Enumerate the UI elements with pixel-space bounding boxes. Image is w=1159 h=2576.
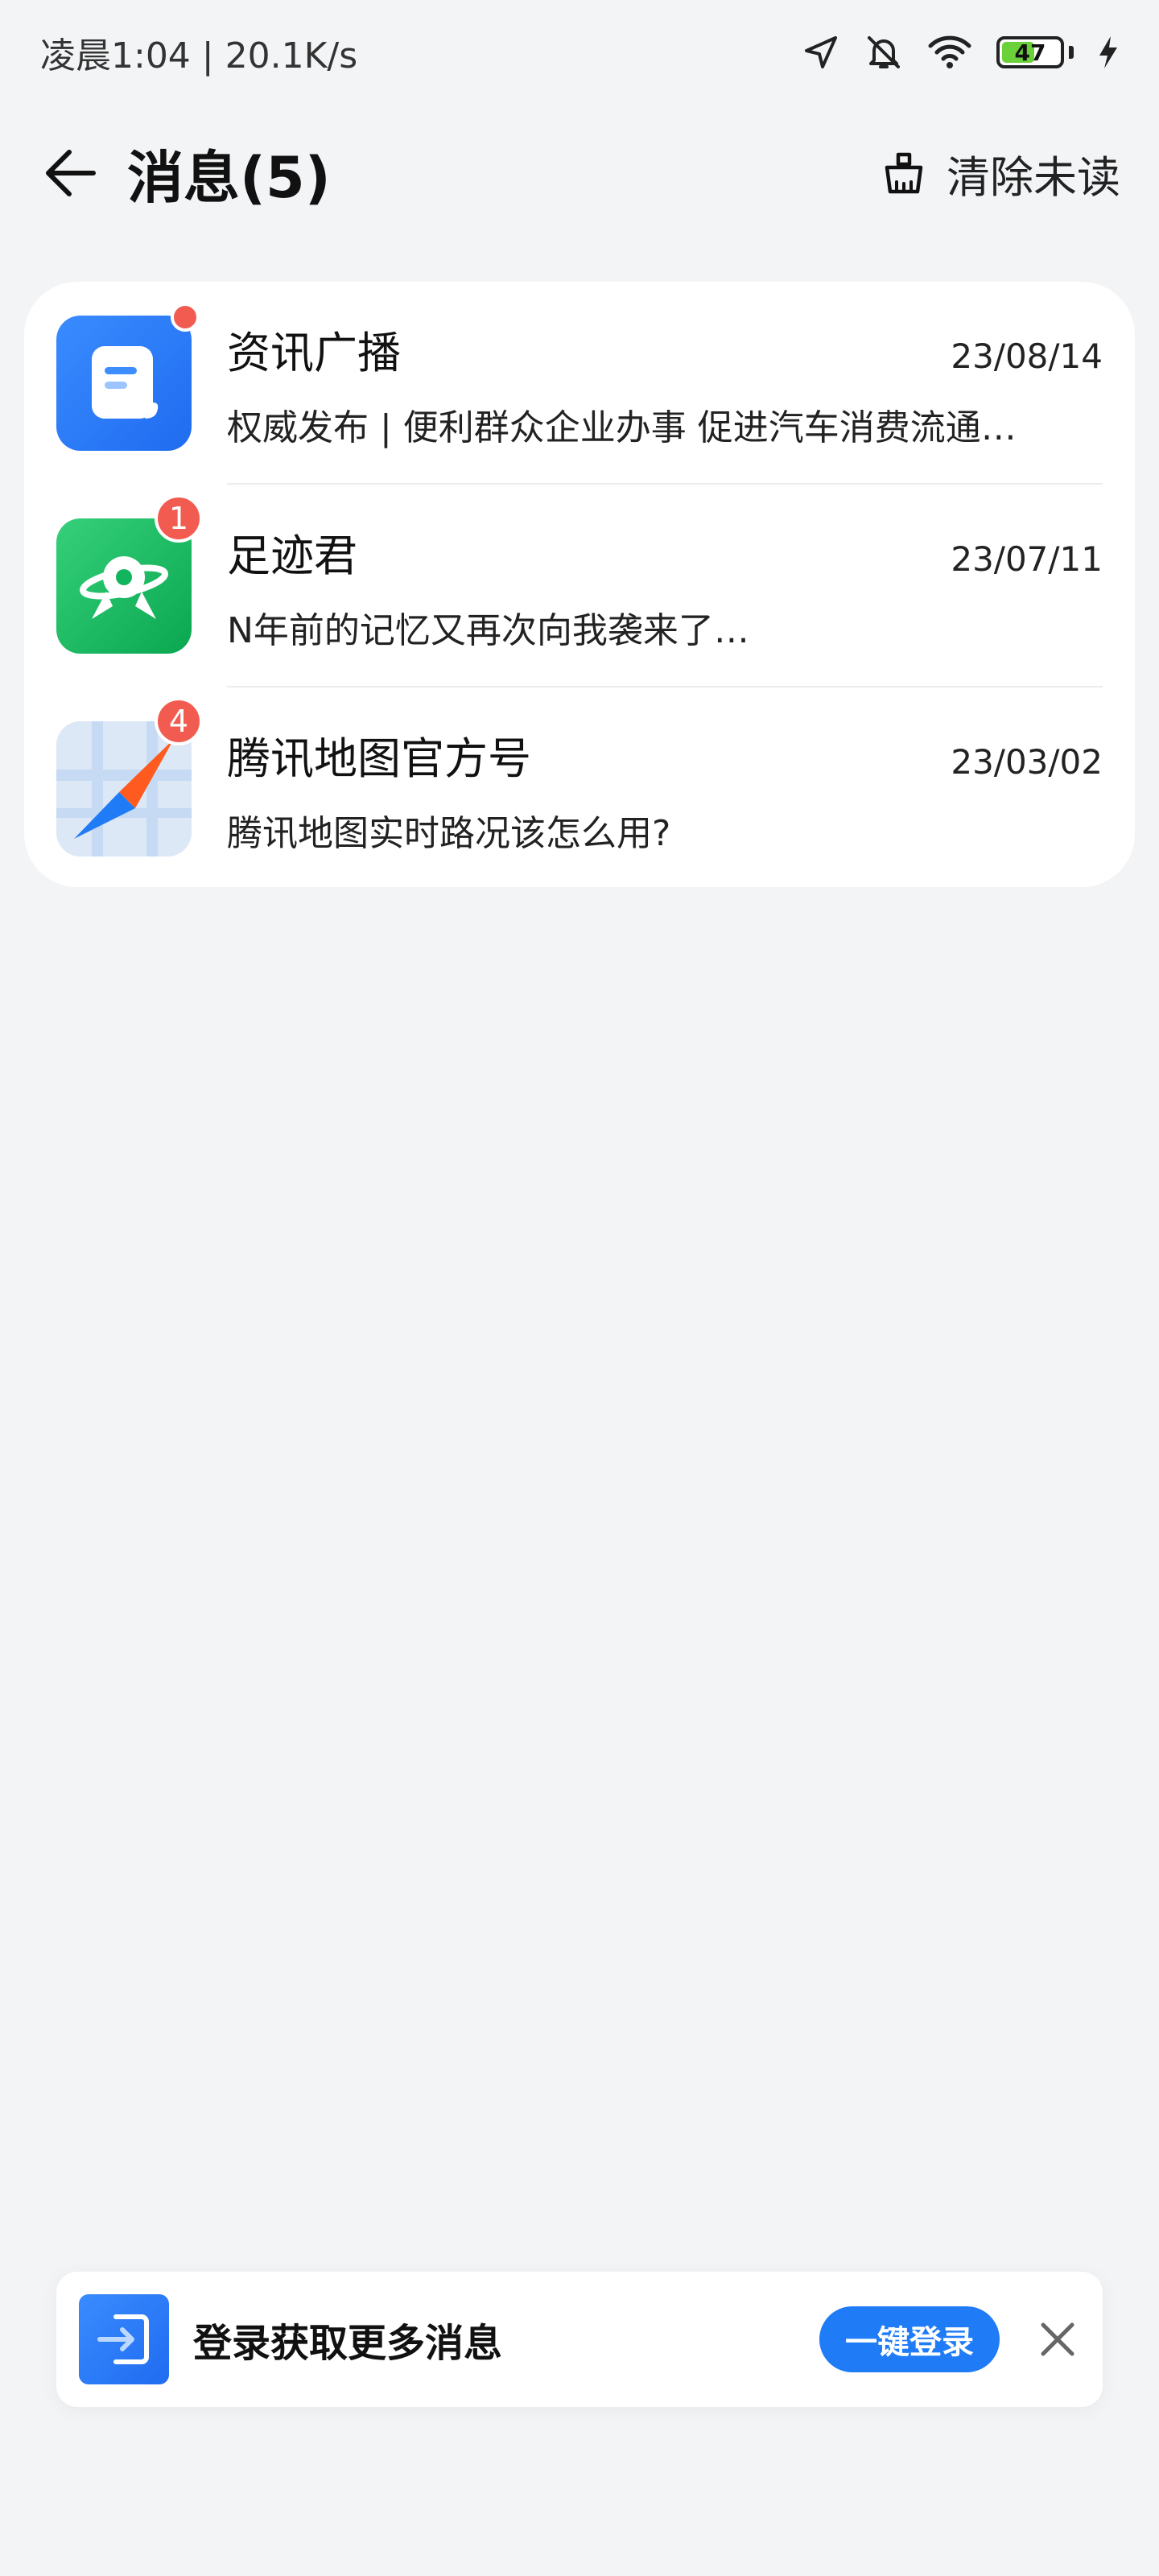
battery-level: 47 <box>1014 39 1046 66</box>
unread-badge: 4 <box>155 697 203 745</box>
unread-badge: 1 <box>155 494 203 543</box>
avatar-wrap <box>56 303 200 451</box>
message-sender: 资讯广播 <box>227 327 401 378</box>
message-list: 资讯广播 23/08/14 权威发布 | 便利群众企业办事 促进汽车消费流通… … <box>24 282 1135 887</box>
broom-icon <box>885 152 923 194</box>
page-header: 消息(5) 清除未读 <box>0 129 1159 217</box>
battery-icon: 47 <box>996 36 1074 68</box>
message-date: 23/08/14 <box>951 336 1103 376</box>
charging-icon <box>1098 35 1119 70</box>
status-icons: 47 <box>802 33 1119 72</box>
login-prompt-text: 登录获取更多消息 <box>193 2321 503 2366</box>
wifi-icon <box>927 33 972 72</box>
avatar-wrap: 4 <box>56 697 203 857</box>
planet-icon <box>80 556 168 619</box>
message-header: 资讯广播 23/08/14 <box>227 317 1103 381</box>
message-body: 腾讯地图官方号 23/03/02 腾讯地图实时路况该怎么用? <box>227 687 1103 890</box>
message-date: 23/07/11 <box>951 539 1103 579</box>
login-icon <box>79 2294 169 2384</box>
location-icon <box>802 33 840 72</box>
message-sender: 足迹君 <box>227 530 357 581</box>
page-title: 消息(5) <box>127 144 331 211</box>
message-item-footprint[interactable]: 1 足迹君 23/07/11 N年前的记忆又再次向我袭来了… <box>56 485 1103 687</box>
close-banner-button[interactable] <box>1035 2317 1080 2362</box>
message-preview: 权威发布 | 便利群众企业办事 促进汽车消费流通… <box>227 407 1017 448</box>
status-bar: 凌晨1:04 | 20.1K/s 47 <box>0 0 1159 105</box>
message-preview: N年前的记忆又再次向我袭来了… <box>227 609 749 651</box>
message-preview: 腾讯地图实时路况该怎么用? <box>227 812 671 854</box>
bell-muted-icon <box>864 33 903 72</box>
message-body: 资讯广播 23/08/14 权威发布 | 便利群众企业办事 促进汽车消费流通… <box>227 282 1103 485</box>
arrow-left-icon <box>46 150 96 196</box>
clear-unread-button[interactable]: 清除未读 <box>879 142 1120 205</box>
login-banner: 登录获取更多消息 一键登录 <box>56 2272 1103 2407</box>
avatar <box>56 316 192 451</box>
status-time-speed: 凌晨1:04 | 20.1K/s <box>40 35 358 76</box>
avatar-wrap: 1 <box>56 494 203 654</box>
message-item-news[interactable]: 资讯广播 23/08/14 权威发布 | 便利群众企业办事 促进汽车消费流通… <box>56 282 1103 485</box>
message-item-tencent-map[interactable]: 4 腾讯地图官方号 23/03/02 腾讯地图实时路况该怎么用? <box>56 687 1103 890</box>
clear-unread-label: 清除未读 <box>947 151 1120 203</box>
message-sender: 腾讯地图官方号 <box>227 733 531 784</box>
close-icon <box>1041 2322 1074 2356</box>
header-left: 消息(5) <box>39 133 331 214</box>
unread-dot <box>171 303 200 332</box>
message-date: 23/03/02 <box>951 741 1103 782</box>
one-click-login-button[interactable]: 一键登录 <box>819 2306 1000 2372</box>
message-body: 足迹君 23/07/11 N年前的记忆又再次向我袭来了… <box>227 485 1103 687</box>
message-header: 腾讯地图官方号 23/03/02 <box>227 723 1103 786</box>
document-icon <box>92 346 159 419</box>
back-button[interactable] <box>39 142 100 204</box>
message-header: 足迹君 23/07/11 <box>227 520 1103 584</box>
